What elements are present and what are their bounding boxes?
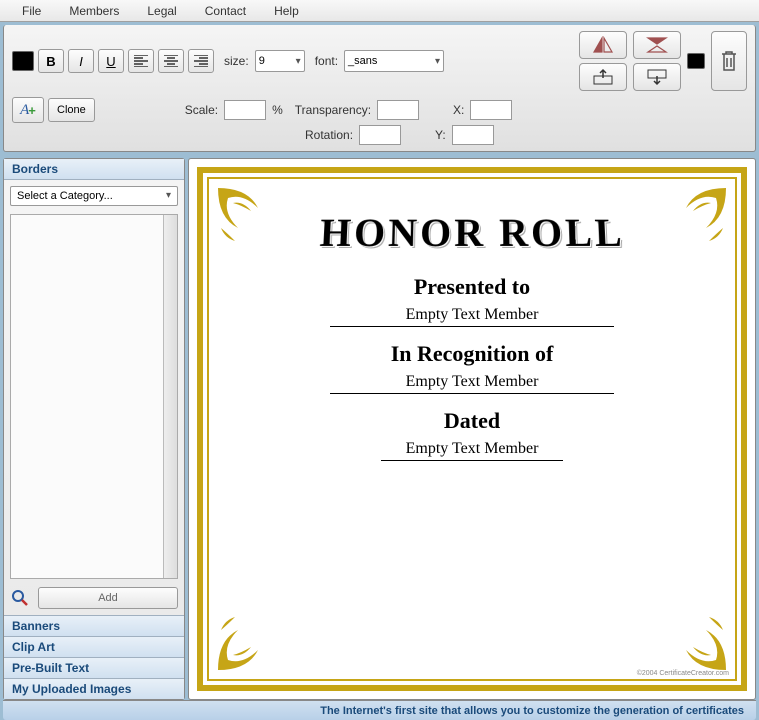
corner-ornament-br	[661, 605, 731, 675]
transparency-input[interactable]	[377, 100, 419, 120]
menu-legal[interactable]: Legal	[133, 2, 190, 20]
clone-button[interactable]: Clone	[48, 98, 95, 122]
panel-banners-header[interactable]: Banners	[4, 615, 184, 636]
add-text-button[interactable]: A+	[12, 97, 44, 123]
font-label: font:	[315, 54, 338, 68]
flip-horizontal-button[interactable]	[579, 31, 627, 59]
certificate-title[interactable]: HONOR ROLL	[318, 209, 625, 256]
menu-contact[interactable]: Contact	[191, 2, 260, 20]
align-left-button[interactable]	[128, 49, 154, 73]
menu-members[interactable]: Members	[55, 2, 133, 20]
font-select[interactable]: _sans	[344, 50, 444, 72]
cert-date-field[interactable]: Empty Text Member	[381, 440, 564, 461]
sidebar: Borders Select a Category... Add Banners…	[3, 158, 185, 700]
bring-forward-icon	[592, 68, 614, 86]
align-right-icon	[194, 55, 208, 67]
transparency-label: Transparency:	[295, 103, 371, 117]
corner-ornament-bl	[213, 605, 283, 675]
bold-button[interactable]: B	[38, 49, 64, 73]
align-right-button[interactable]	[188, 49, 214, 73]
rotation-input[interactable]	[359, 125, 401, 145]
scale-label: Scale:	[185, 103, 218, 117]
certificate-canvas[interactable]: HONOR ROLL Presented to Empty Text Membe…	[188, 158, 756, 700]
send-backward-icon	[646, 68, 668, 86]
menu-help[interactable]: Help	[260, 2, 313, 20]
y-label: Y:	[435, 128, 446, 142]
menu-file[interactable]: File	[8, 2, 55, 20]
flip-v-icon	[646, 36, 668, 54]
panel-borders-body: Select a Category... Add	[4, 180, 184, 615]
underline-button[interactable]: U	[98, 49, 124, 73]
cert-reason-field[interactable]: Empty Text Member	[330, 373, 614, 394]
trash-icon	[719, 49, 739, 73]
magnifier-icon	[11, 589, 29, 607]
category-select[interactable]: Select a Category...	[10, 186, 178, 206]
align-left-icon	[134, 55, 148, 67]
cert-presented-to[interactable]: Presented to	[414, 274, 530, 300]
align-center-button[interactable]	[158, 49, 184, 73]
percent-label: %	[272, 103, 283, 117]
y-input[interactable]	[452, 125, 494, 145]
text-color-swatch[interactable]	[12, 51, 34, 71]
corner-ornament-tl	[213, 183, 283, 253]
x-label: X:	[453, 103, 464, 117]
panel-clipart-header[interactable]: Clip Art	[4, 636, 184, 657]
status-footer: The Internet's first site that allows yo…	[3, 700, 756, 720]
cert-recipient-field[interactable]: Empty Text Member	[330, 306, 614, 327]
panel-uploaded-header[interactable]: My Uploaded Images	[4, 678, 184, 699]
flip-vertical-button[interactable]	[633, 31, 681, 59]
preview-area[interactable]	[11, 215, 163, 578]
add-button[interactable]: Add	[38, 587, 178, 609]
scale-input[interactable]	[224, 100, 266, 120]
panel-prebuilt-header[interactable]: Pre-Built Text	[4, 657, 184, 678]
rotation-label: Rotation:	[305, 128, 353, 142]
x-input[interactable]	[470, 100, 512, 120]
bring-forward-button[interactable]	[579, 63, 627, 91]
italic-button[interactable]: I	[68, 49, 94, 73]
certificate-border: HONOR ROLL Presented to Empty Text Membe…	[197, 167, 747, 691]
align-center-icon	[164, 55, 178, 67]
menu-bar: File Members Legal Contact Help	[0, 0, 759, 22]
cert-dated[interactable]: Dated	[444, 408, 500, 434]
size-label: size:	[224, 54, 249, 68]
certificate-copyright: ©2004 CertificateCreator.com	[637, 670, 729, 677]
preview-scrollbar[interactable]	[163, 215, 177, 578]
zoom-button[interactable]	[10, 588, 30, 608]
delete-button[interactable]	[711, 31, 747, 91]
fill-color-swatch[interactable]	[687, 53, 705, 69]
send-backward-button[interactable]	[633, 63, 681, 91]
toolbar: B I U size: 9 font: _sans	[3, 25, 756, 152]
size-select[interactable]: 9	[255, 50, 305, 72]
border-preview-list	[10, 214, 178, 579]
corner-ornament-tr	[661, 183, 731, 253]
panel-borders-header[interactable]: Borders	[4, 159, 184, 180]
cert-recognition-of[interactable]: In Recognition of	[391, 341, 554, 367]
flip-h-icon	[592, 36, 614, 54]
